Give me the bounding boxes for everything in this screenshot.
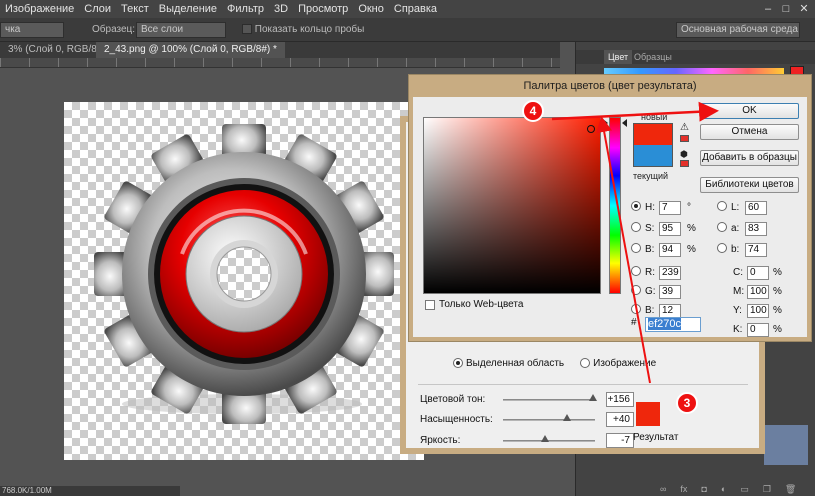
- annotation-badge-3: 3: [676, 392, 698, 414]
- annotation-arrow-to-ring: [596, 116, 651, 384]
- annotation-arrow-to-ok: [551, 101, 719, 122]
- annotation-badge-4: 4: [522, 100, 544, 122]
- annotation-overlay: [551, 101, 719, 384]
